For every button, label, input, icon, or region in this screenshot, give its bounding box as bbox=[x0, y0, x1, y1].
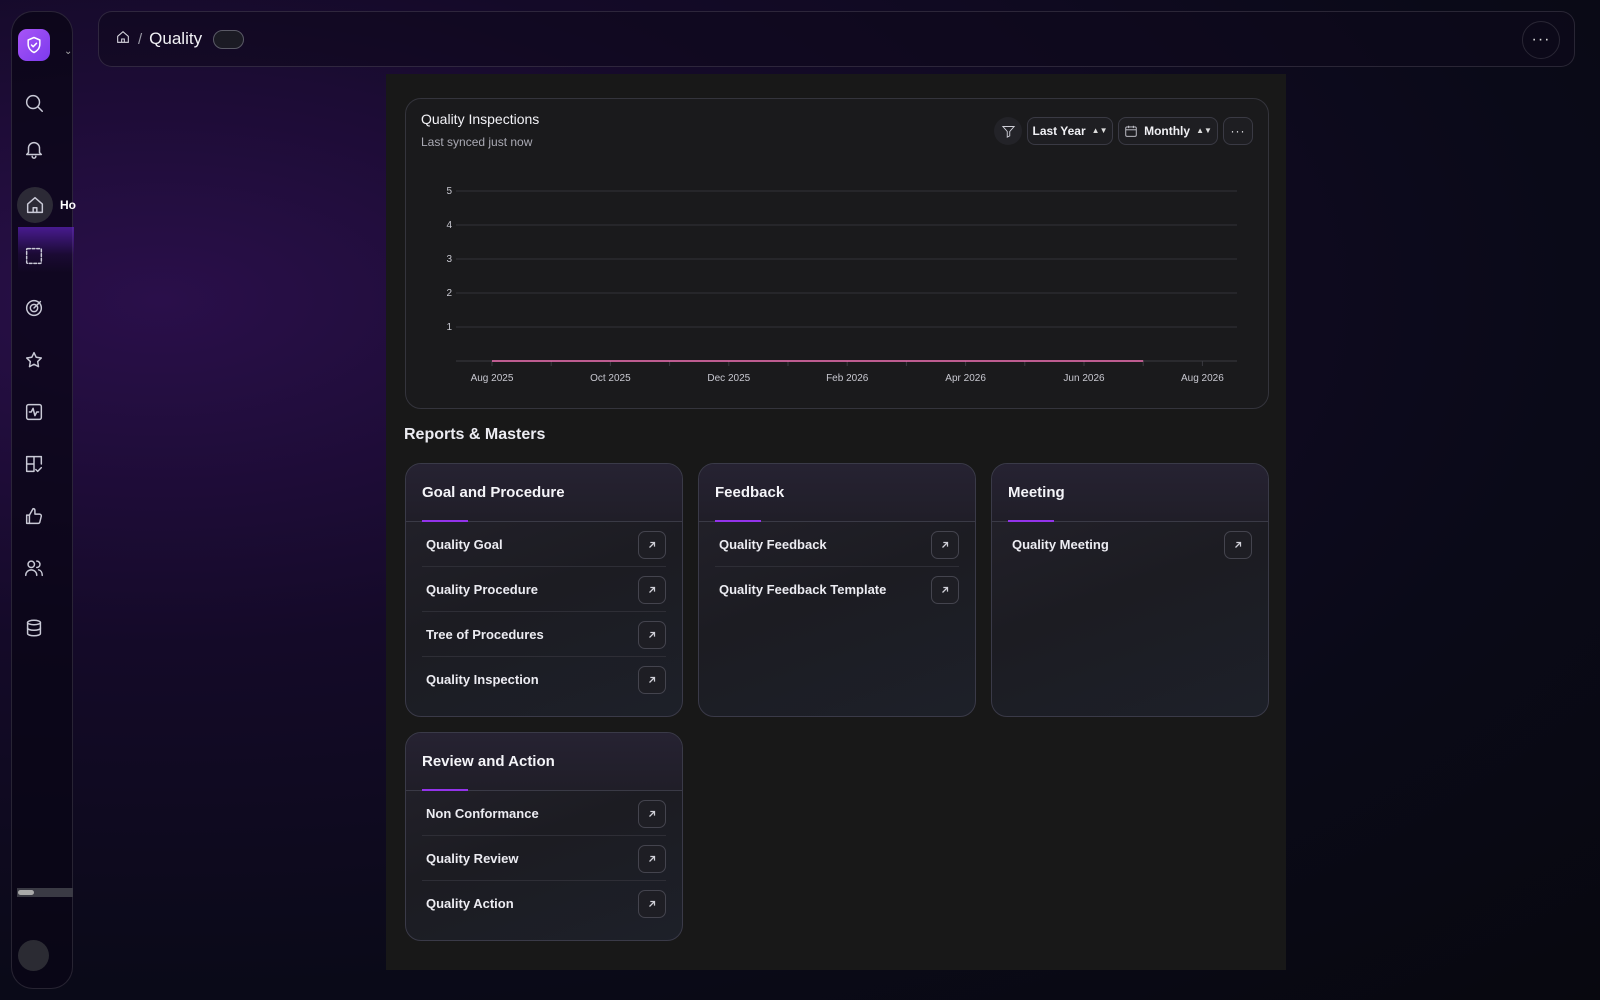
list-item[interactable]: Quality Inspection bbox=[422, 657, 666, 702]
top-bar: / Quality ··· bbox=[98, 11, 1575, 67]
open-button[interactable] bbox=[931, 576, 959, 604]
open-button[interactable] bbox=[638, 800, 666, 828]
users-icon[interactable] bbox=[18, 552, 50, 584]
list-item-label: Quality Inspection bbox=[426, 672, 539, 687]
open-button[interactable] bbox=[931, 531, 959, 559]
card-title: Meeting bbox=[1008, 484, 1065, 501]
breadcrumb-separator: / bbox=[138, 30, 143, 48]
list-item-label: Quality Feedback bbox=[719, 536, 827, 552]
arrow-up-right-icon bbox=[649, 855, 656, 862]
x-tick-label: Aug 2025 bbox=[471, 373, 514, 384]
page-title: Quality bbox=[149, 29, 203, 48]
chart-card: Quality Inspections Last synced just now… bbox=[405, 98, 1269, 409]
home-icon[interactable] bbox=[115, 29, 131, 50]
list-item[interactable]: Tree of Procedures bbox=[422, 612, 666, 657]
section-title: Reports & Masters bbox=[404, 426, 546, 443]
y-tick-label: 2 bbox=[446, 288, 452, 299]
status-pill[interactable] bbox=[213, 29, 245, 49]
list-item[interactable]: Quality Feedback bbox=[715, 522, 959, 567]
star-icon[interactable] bbox=[18, 344, 50, 376]
x-tick-label: Apr 2026 bbox=[945, 373, 986, 384]
shield-check-icon bbox=[27, 36, 41, 54]
card-header: Goal and Procedure bbox=[406, 464, 682, 522]
list-item[interactable]: Quality Feedback Template bbox=[715, 567, 959, 612]
open-button[interactable] bbox=[638, 531, 666, 559]
open-button[interactable] bbox=[638, 576, 666, 604]
activity-icon[interactable] bbox=[18, 396, 50, 428]
arrow-up-right-icon bbox=[649, 586, 656, 593]
y-tick-label: 1 bbox=[446, 322, 452, 333]
quality-inspections-chart: 1 2 3 4 5 Aug 2025 Oct 2025 Dec 2025 Feb 2026 Apr… bbox=[446, 186, 1237, 384]
bell-icon[interactable] bbox=[18, 133, 50, 165]
x-tick-label: Oct 2025 bbox=[590, 373, 631, 384]
list-item-label: Non Conformance bbox=[426, 805, 539, 821]
open-button[interactable] bbox=[638, 621, 666, 649]
grid-check-icon[interactable] bbox=[18, 448, 50, 480]
y-tick-label: 5 bbox=[446, 186, 452, 197]
frame-icon[interactable] bbox=[18, 240, 50, 272]
list-item-label: Quality Goal bbox=[426, 536, 503, 552]
card-list: Quality Goal Quality Procedure Tree of Pro… bbox=[406, 522, 682, 702]
open-button[interactable] bbox=[638, 666, 666, 694]
arrow-up-right-icon bbox=[942, 541, 949, 548]
x-tick-label: Aug 2026 bbox=[1181, 373, 1224, 384]
list-item-label: Quality Meeting bbox=[1012, 537, 1109, 552]
database-icon[interactable] bbox=[18, 612, 50, 644]
x-tick-label: Jun 2026 bbox=[1063, 373, 1105, 384]
report-card: Review and Action Non Conformance Quality … bbox=[405, 732, 683, 941]
card-title: Goal and Procedure bbox=[422, 484, 565, 501]
chevron-down-icon[interactable]: ⌄ bbox=[64, 46, 72, 57]
card-header: Feedback bbox=[699, 464, 975, 522]
main-panel: Quality Inspections Last synced just now… bbox=[386, 74, 1286, 970]
list-item-label: Quality Action bbox=[426, 896, 514, 911]
arrow-up-right-icon bbox=[649, 900, 656, 907]
card-list: Non Conformance Quality Review Quality Act… bbox=[406, 791, 682, 926]
arrow-up-right-icon bbox=[942, 586, 949, 593]
target-icon[interactable] bbox=[18, 292, 50, 324]
report-card: Feedback Quality Feedback Quality Feedback… bbox=[698, 463, 976, 717]
more-menu-button[interactable]: ··· bbox=[1522, 21, 1560, 59]
arrow-up-right-icon bbox=[649, 541, 656, 548]
open-button[interactable] bbox=[638, 890, 666, 918]
x-tick-label: Feb 2026 bbox=[826, 373, 869, 384]
open-button[interactable] bbox=[638, 845, 666, 873]
list-item[interactable]: Quality Procedure bbox=[422, 567, 666, 612]
home-label: Ho bbox=[60, 198, 76, 212]
report-card: Meeting Quality Meeting bbox=[991, 463, 1269, 717]
arrow-up-right-icon bbox=[649, 810, 656, 817]
card-title: Review and Action bbox=[422, 753, 555, 770]
list-item-label: Quality Procedure bbox=[426, 581, 538, 597]
list-item[interactable]: Quality Action bbox=[422, 881, 666, 926]
scrollbar-thumb[interactable] bbox=[18, 890, 34, 895]
x-tick-label: Dec 2025 bbox=[707, 373, 750, 384]
search-icon[interactable] bbox=[18, 87, 50, 119]
card-header: Review and Action bbox=[406, 733, 682, 791]
card-title: Feedback bbox=[715, 484, 785, 501]
y-tick-label: 4 bbox=[446, 220, 452, 231]
report-card: Goal and Procedure Quality Goal Quality Pr… bbox=[405, 463, 683, 717]
app-logo[interactable] bbox=[18, 29, 50, 61]
list-item[interactable]: Non Conformance bbox=[422, 791, 666, 836]
thumbs-up-icon[interactable] bbox=[18, 500, 50, 532]
card-list: Quality Feedback Quality Feedback Templat… bbox=[699, 522, 975, 612]
arrow-up-right-icon bbox=[649, 631, 656, 638]
list-item-label: Quality Feedback Template bbox=[719, 582, 887, 597]
list-item[interactable]: Quality Review bbox=[422, 836, 666, 881]
arrow-up-right-icon bbox=[649, 676, 656, 683]
avatar[interactable] bbox=[18, 940, 49, 971]
y-tick-label: 3 bbox=[446, 254, 452, 265]
list-item-label: Tree of Procedures bbox=[426, 626, 544, 642]
open-button[interactable] bbox=[1224, 531, 1252, 559]
card-header: Meeting bbox=[992, 464, 1268, 522]
card-list: Quality Meeting bbox=[992, 522, 1268, 567]
home-icon[interactable] bbox=[17, 187, 53, 223]
sidebar: ⌄ Ho bbox=[11, 11, 76, 989]
list-item[interactable]: Quality Goal bbox=[422, 522, 666, 567]
list-item[interactable]: Quality Meeting bbox=[1008, 522, 1252, 567]
list-item-label: Quality Review bbox=[426, 850, 519, 866]
arrow-up-right-icon bbox=[1235, 541, 1242, 548]
